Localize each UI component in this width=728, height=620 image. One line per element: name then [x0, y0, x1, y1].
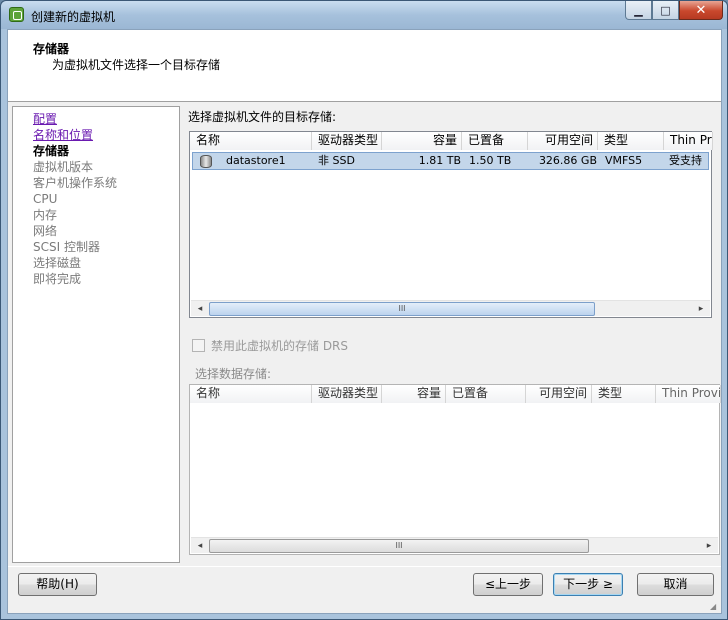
cancel-button[interactable]: 取消	[637, 573, 714, 596]
step-cpu: CPU	[33, 192, 58, 206]
wizard-header: 存储器 为虚拟机文件选择一个目标存储	[8, 30, 721, 102]
wizard-steps-panel: 配置 名称和位置 存储器 虚拟机版本 客户机操作系统 CPU 内存 网络 SCS…	[12, 106, 180, 563]
step-memory: 内存	[33, 208, 58, 222]
step-configuration[interactable]: 配置	[33, 111, 57, 127]
col-free-space[interactable]: 可用空间	[526, 385, 592, 403]
scroll-left-arrow-icon[interactable]: ◂	[193, 540, 207, 552]
row-type: VMFS5	[605, 154, 643, 167]
resize-grip-icon[interactable]: ◢	[710, 602, 720, 612]
dialog-client: 存储器 为虚拟机文件选择一个目标存储 配置 名称和位置 存储器 虚拟机版本 客户…	[7, 29, 722, 614]
col-drive-type[interactable]: 驱动器类型	[312, 132, 382, 150]
target-storage-grid: 名称 驱动器类型 容量 已置备 可用空间 类型 Thin Prov datast…	[189, 131, 713, 318]
page-subtitle: 为虚拟机文件选择一个目标存储	[52, 58, 221, 72]
step-ready-to-complete: 即将完成	[33, 272, 82, 286]
step-scsi-controller: SCSI 控制器	[33, 240, 100, 254]
col-name[interactable]: 名称	[190, 132, 312, 150]
grid-header: 名称 驱动器类型 容量 已置备 可用空间 类型 Thin Prov	[190, 132, 713, 150]
scroll-thumb[interactable]: III	[209, 539, 589, 553]
footer-divider	[8, 566, 721, 567]
select-datastore-label: 选择数据存储:	[195, 367, 272, 381]
create-vm-window: 创建新的虚拟机 ▁ □ ✕ 存储器 为虚拟机文件选择一个目标存储 配置 名称和位…	[0, 0, 728, 620]
disable-storage-drs-label: 禁用此虚拟机的存储 DRS	[211, 339, 349, 353]
col-type[interactable]: 类型	[598, 132, 664, 150]
back-button[interactable]: ≤上一步	[473, 573, 543, 596]
disable-storage-drs-checkbox[interactable]	[192, 339, 205, 352]
scroll-right-arrow-icon[interactable]: ▸	[694, 303, 708, 315]
datastore-icon	[200, 155, 212, 168]
step-guest-os: 客户机操作系统	[33, 176, 118, 190]
col-provisioned[interactable]: 已置备	[446, 385, 526, 403]
col-thin-provisioning[interactable]: Thin Provi	[656, 385, 721, 403]
window-controls: ▁ □ ✕	[625, 1, 723, 20]
row-drive-type: 非 SSD	[318, 154, 355, 167]
col-capacity[interactable]: 容量	[382, 132, 462, 150]
window-title: 创建新的虚拟机	[31, 10, 116, 24]
grid-header: 名称 驱动器类型 容量 已置备 可用空间 类型 Thin Provi	[190, 385, 721, 403]
maximize-button[interactable]: □	[652, 1, 679, 20]
help-button[interactable]: 帮助(H)	[18, 573, 97, 596]
step-select-disk: 选择磁盘	[33, 256, 82, 270]
col-type[interactable]: 类型	[592, 385, 656, 403]
minimize-button[interactable]: ▁	[625, 1, 652, 20]
datastore-grid: 名称 驱动器类型 容量 已置备 可用空间 类型 Thin Provi ◂ III…	[189, 384, 721, 555]
scroll-thumb[interactable]: III	[209, 302, 595, 316]
col-provisioned[interactable]: 已置备	[462, 132, 528, 150]
col-name[interactable]: 名称	[190, 385, 312, 403]
scroll-right-arrow-icon[interactable]: ▸	[702, 540, 716, 552]
disable-storage-drs-option: 禁用此虚拟机的存储 DRS	[192, 337, 348, 354]
row-capacity: 1.81 TB	[418, 154, 461, 167]
row-free-space: 326.86 GB	[538, 154, 597, 167]
step-storage: 存储器	[33, 144, 70, 158]
target-storage-label: 选择虚拟机文件的目标存储:	[188, 110, 337, 124]
col-free-space[interactable]: 可用空间	[528, 132, 598, 150]
table-row[interactable]: datastore1 非 SSD 1.81 TB 1.50 TB 326.86 …	[192, 152, 709, 170]
col-thin-provisioning[interactable]: Thin Prov	[664, 132, 713, 150]
close-button[interactable]: ✕	[679, 1, 723, 20]
row-thin-provisioning: 受支持	[669, 154, 702, 167]
step-network: 网络	[33, 224, 58, 238]
scroll-left-arrow-icon[interactable]: ◂	[193, 303, 207, 315]
row-name: datastore1	[226, 154, 286, 167]
row-provisioned: 1.50 TB	[469, 154, 512, 167]
page-title: 存储器	[33, 42, 70, 56]
target-grid-hscrollbar[interactable]: ◂ III ▸	[191, 300, 710, 316]
col-capacity[interactable]: 容量	[382, 385, 446, 403]
col-drive-type[interactable]: 驱动器类型	[312, 385, 382, 403]
title-bar[interactable]: 创建新的虚拟机 ▁ □ ✕	[1, 1, 727, 29]
step-name-location[interactable]: 名称和位置	[33, 127, 93, 143]
step-vm-version: 虚拟机版本	[33, 160, 94, 174]
datastore-grid-hscrollbar[interactable]: ◂ III ▸	[191, 537, 718, 553]
next-button[interactable]: 下一步 ≥	[553, 573, 623, 596]
vsphere-app-icon	[9, 7, 24, 22]
